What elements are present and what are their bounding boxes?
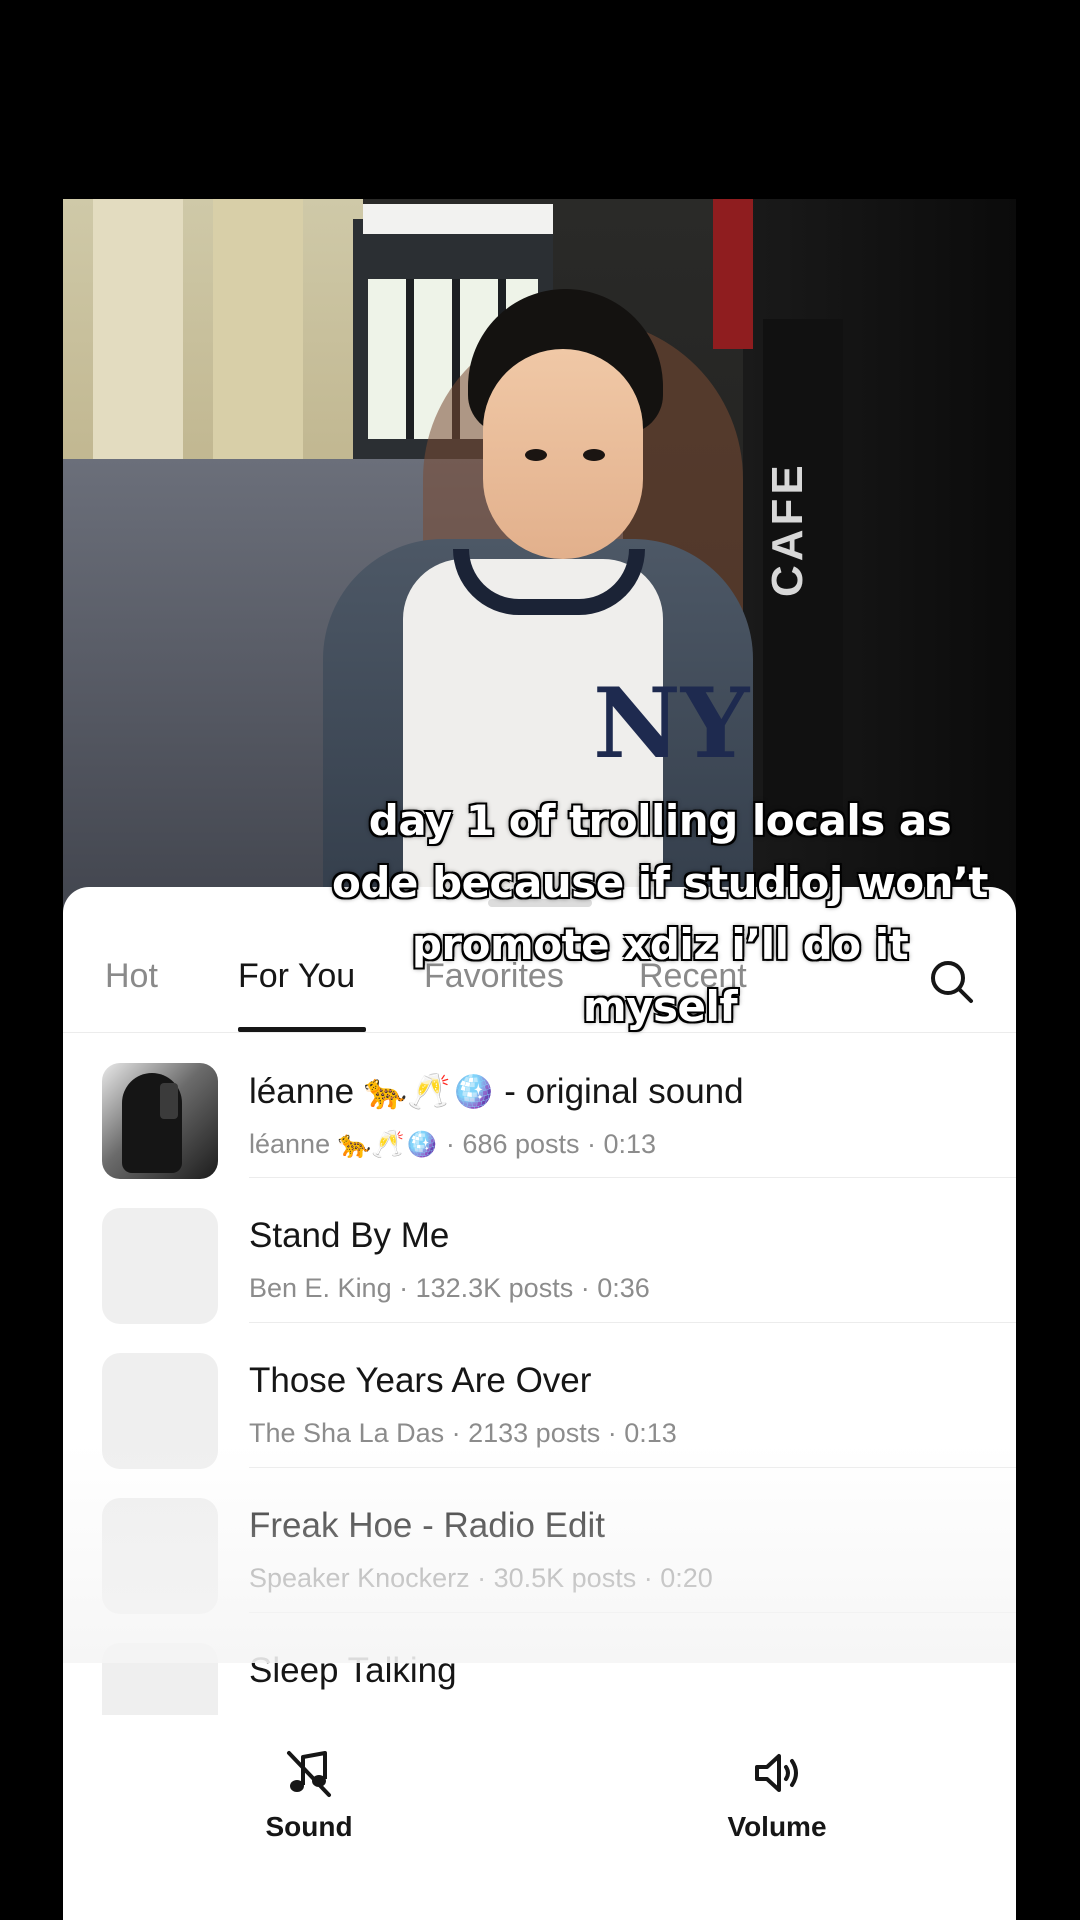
list-item[interactable]: Freak Hoe - Radio Edit Speaker Knockerz … [63, 1468, 1016, 1614]
shirt-logo: NY [593, 667, 750, 780]
bottom-bar: Sound Volume [63, 1715, 1016, 1920]
sound-thumbnail [102, 1063, 218, 1179]
sound-title: Sleep Talking [249, 1651, 457, 1690]
child-eye [583, 449, 605, 461]
volume-label: Volume [727, 1811, 827, 1842]
cafe-sign: CAFE [763, 461, 812, 597]
volume-button[interactable]: Volume [677, 1745, 877, 1843]
sound-label: Sound [265, 1811, 353, 1842]
red-strip [713, 199, 753, 349]
list-item[interactable]: Stand By Me Ben E. King · 132.3K posts ·… [63, 1178, 1016, 1324]
sound-meta: Ben E. King · 132.3K posts · 0:36 [249, 1273, 650, 1303]
list-item[interactable]: léanne 🐆🥂🪩 - original sound léanne 🐆🥂🪩 ·… [63, 1033, 1016, 1179]
speaker-icon [755, 1754, 798, 1792]
sound-meta: The Sha La Das · 2133 posts · 0:13 [249, 1418, 677, 1448]
sound-thumbnail [102, 1208, 218, 1324]
sound-meta: léanne 🐆🥂🪩 · 686 posts · 0:13 [249, 1129, 657, 1159]
sound-title: Stand By Me [249, 1216, 450, 1255]
list-item[interactable]: Those Years Are Over The Sha La Das · 21… [63, 1323, 1016, 1469]
sound-button[interactable]: Sound [209, 1745, 409, 1843]
sound-meta: Speaker Knockerz · 30.5K posts · 0:20 [249, 1563, 713, 1593]
sound-thumbnail [102, 1353, 218, 1469]
video-caption: day 1 of trolling locals as ode because … [331, 796, 989, 1031]
tab-hot[interactable]: Hot [105, 957, 158, 996]
sound-title: Those Years Are Over [249, 1361, 592, 1400]
sound-sheet: Hot For You Favorites Recent léanne 🐆🥂🪩 … [63, 887, 1016, 1920]
music-off-icon [287, 1751, 331, 1797]
child-eye [525, 449, 547, 461]
sound-title: léanne 🐆🥂🪩 - original sound [249, 1072, 744, 1111]
sound-thumbnail [102, 1498, 218, 1614]
door-sign [363, 204, 553, 234]
sound-list: léanne 🐆🥂🪩 - original sound léanne 🐆🥂🪩 ·… [63, 1033, 1016, 1759]
sound-title: Freak Hoe - Radio Edit [249, 1506, 605, 1545]
hallway-pillar [213, 199, 303, 499]
child-face [483, 349, 643, 559]
thumbnail-phone [160, 1083, 178, 1119]
